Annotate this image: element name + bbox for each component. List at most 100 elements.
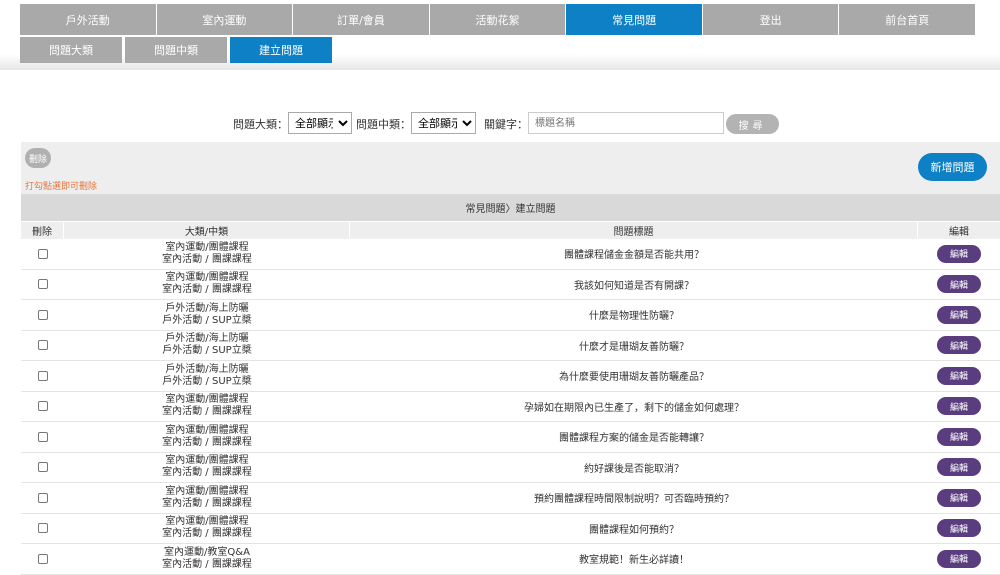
row-title: 約好課後是否能取消？ [584,463,684,475]
edit-button[interactable]: 編輯 [937,549,981,568]
row-checkbox[interactable] [21,453,64,483]
row-category: 室內運動/團體課程 室內活動 / 團課課程 [64,422,350,452]
row-category-primary: 室內運動/團體課程 [165,272,249,284]
nav-indoor[interactable]: 室內運動 [156,4,294,35]
row-checkbox[interactable] [21,270,64,300]
table-row: 室內運動/團體課程 室內活動 / 團課課程 團體課程方案的儲金是否能轉讓？ 編輯 [21,422,1000,453]
row-checkbox[interactable] [21,392,64,422]
header-delete: 刪除 [21,222,64,239]
table-header: 刪除 大類/中類 問題標題 編輯 [21,222,1000,239]
edit-button[interactable]: 編輯 [937,305,981,324]
edit-button[interactable]: 編輯 [937,336,981,355]
row-category-primary: 室內運動/教室Q&A [164,546,250,558]
edit-button[interactable]: 編輯 [937,427,981,446]
row-category: 室內運動/團體課程 室內活動 / 團課課程 [64,239,350,269]
main-nav: 戶外活動 室內運動 訂單/會員 活動花絮 常見問題 登出 前台首頁 [20,4,977,35]
checkbox-box[interactable] [37,431,48,442]
edit-button[interactable]: 編輯 [937,366,981,385]
checkbox-box[interactable] [37,309,48,320]
row-edit-cell: 編輯 [918,422,1000,452]
nav-logout[interactable]: 登出 [702,4,840,35]
row-checkbox[interactable] [21,300,64,330]
minor-category-label: 問題中類： [356,118,411,131]
checkbox-box[interactable] [37,340,48,351]
row-title: 團體課程如何預約？ [589,524,679,536]
row-category: 戶外活動/海上防曬 戶外活動 / SUP立槳 [64,331,350,361]
row-edit-cell: 編輯 [918,483,1000,513]
row-title: 團體課程方案的儲金是否能轉讓？ [559,433,709,445]
row-edit-cell: 編輯 [918,270,1000,300]
row-checkbox[interactable] [21,361,64,391]
row-category-primary: 室內運動/團體課程 [165,516,249,528]
row-category-primary: 戶外活動/海上防曬 [165,302,249,314]
subnav-major-category[interactable]: 問題大類 [20,37,122,63]
row-edit-cell: 編輯 [918,300,1000,330]
row-category: 室內運動/團體課程 室內活動 / 團課課程 [64,392,350,422]
row-category-primary: 室內運動/團體課程 [165,455,249,467]
table-row: 室內運動/團體課程 室內活動 / 團課課程 團體課程儲金金額是否能共用？ 編輯 [21,239,1000,270]
minor-category-select[interactable]: 全部顯示 [411,112,476,134]
row-category-primary: 室內運動/團體課程 [165,485,249,497]
nav-gallery[interactable]: 活動花絮 [429,4,567,35]
row-edit-cell: 編輯 [918,361,1000,391]
edit-button[interactable]: 編輯 [937,488,981,507]
row-category-primary: 戶外活動/海上防曬 [165,333,249,345]
major-category-label: 問題大類： [233,118,288,131]
row-category: 室內運動/團體課程 室內活動 / 團課課程 [64,270,350,300]
row-checkbox[interactable] [21,483,64,513]
row-title: 什麼才是珊瑚友善防曬？ [579,341,689,353]
checkbox-box[interactable] [37,279,48,290]
checkbox-box[interactable] [37,401,48,412]
search-bar: 問題大類： 全部顯示 問題中類： 全部顯示 關鍵字： 搜尋 [0,112,1000,134]
nav-faq[interactable]: 常見問題 [566,4,703,35]
nav-outdoor[interactable]: 戶外活動 [20,4,157,35]
checkbox-box[interactable] [37,523,48,534]
row-category: 室內運動/教室Q&A 室內活動 / 團課課程 [64,544,350,574]
row-title: 孕婦如在期限內已生產了，剩下的儲金如何處理？ [524,402,744,414]
row-category-secondary: 室內活動 / 團課課程 [162,436,252,448]
edit-button[interactable]: 編輯 [937,397,981,416]
edit-button[interactable]: 編輯 [937,244,981,263]
edit-button[interactable]: 編輯 [937,519,981,538]
row-category: 戶外活動/海上防曬 戶外活動 / SUP立槳 [64,361,350,391]
subnav-minor-category[interactable]: 問題中類 [125,37,227,63]
header-edit: 編輯 [918,222,1000,239]
checkbox-box[interactable] [37,492,48,503]
checkbox-box[interactable] [37,462,48,473]
row-edit-cell: 編輯 [918,392,1000,422]
checkbox-box[interactable] [37,248,48,259]
checkbox-box[interactable] [37,370,48,381]
header-category: 大類/中類 [64,222,350,239]
row-title: 團體課程儲金金額是否能共用？ [564,250,704,262]
table-row: 戶外活動/海上防曬 戶外活動 / SUP立槳 什麼是物理性防曬？ 編輯 [21,300,1000,331]
keyword-input[interactable] [528,112,724,134]
search-button[interactable]: 搜尋 [726,114,779,134]
edit-button[interactable]: 編輯 [937,275,981,294]
table-row: 室內運動/團體課程 室內活動 / 團課課程 孕婦如在期限內已生產了，剩下的儲金如何處… [21,392,1000,422]
nav-orders-members[interactable]: 訂單/會員 [293,4,430,35]
row-category: 室內運動/團體課程 室內活動 / 團課課程 [64,483,350,513]
table-row: 室內運動/團體課程 室內活動 / 團課課程 我該如何知道是否有開課？ 編輯 [21,270,1000,300]
row-edit-cell: 編輯 [918,331,1000,361]
row-title: 我該如何知道是否有開課？ [574,280,694,292]
row-title: 為什麼要使用珊瑚友善防曬產品？ [559,372,709,384]
header-title: 問題標題 [350,222,918,239]
subnav-create-question[interactable]: 建立問題 [230,37,332,63]
row-checkbox[interactable] [21,331,64,361]
row-checkbox[interactable] [21,544,64,574]
delete-hint: 打勾點選即可刪除 [25,182,98,192]
row-checkbox[interactable] [21,514,64,544]
row-category-secondary: 室內活動 / 團課課程 [162,558,252,570]
add-question-button[interactable]: 新增問題 [918,153,987,181]
row-checkbox[interactable] [21,422,64,452]
row-category-primary: 室內運動/團體課程 [165,424,249,436]
edit-button[interactable]: 編輯 [937,458,981,477]
major-category-select[interactable]: 全部顯示 [288,112,352,134]
table-row: 戶外活動/海上防曬 戶外活動 / SUP立槳 什麼才是珊瑚友善防曬？ 編輯 [21,331,1000,361]
row-category-secondary: 戶外活動 / SUP立槳 [162,345,252,357]
delete-button[interactable]: 刪除 [25,148,51,168]
row-checkbox[interactable] [21,239,64,269]
nav-frontend-home[interactable]: 前台首頁 [839,4,977,35]
checkbox-box[interactable] [37,553,48,564]
row-category-primary: 室內運動/團體課程 [165,394,249,406]
